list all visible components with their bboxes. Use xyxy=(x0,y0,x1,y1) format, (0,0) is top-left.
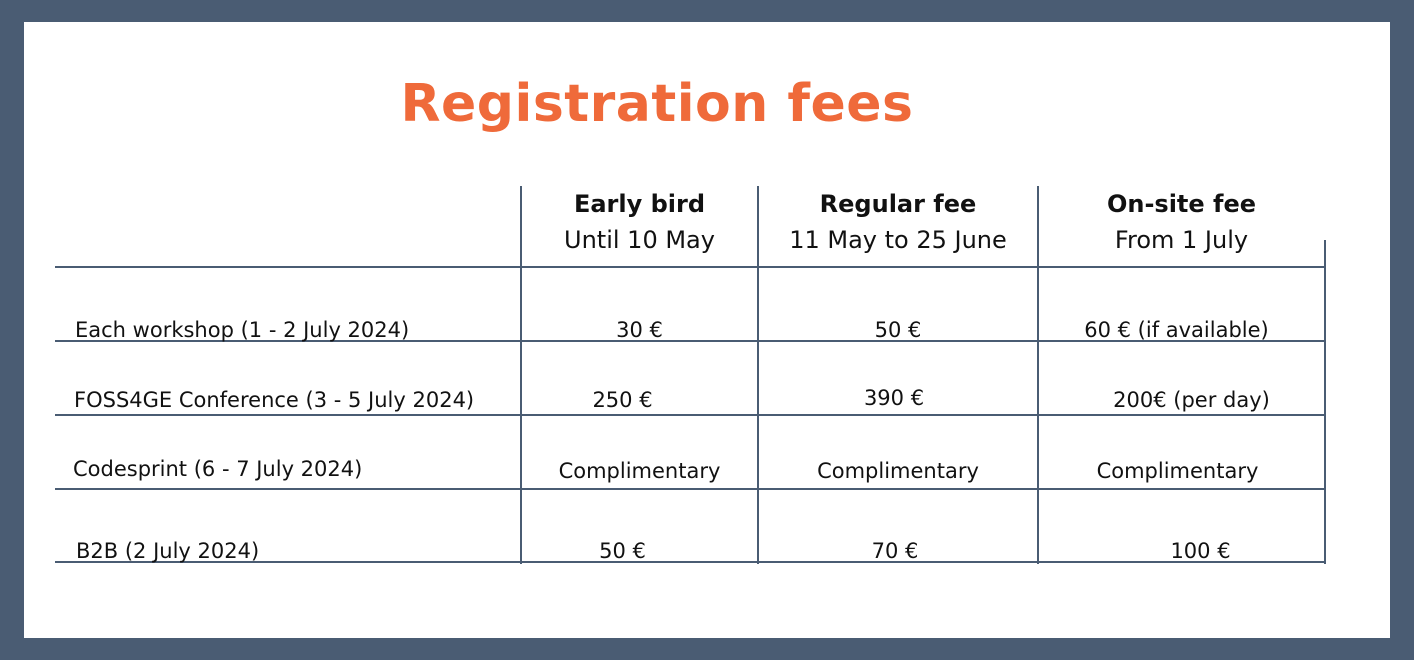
column-header-regular-fee: Regular fee 11 May to 25 June xyxy=(759,186,1037,258)
table-divider xyxy=(55,266,1326,268)
page-title: Registration fees xyxy=(400,74,914,134)
fee-cell: Complimentary xyxy=(817,459,979,483)
row-label-conference: FOSS4GE Conference (3 - 5 July 2024) xyxy=(74,388,475,412)
column-subtitle: From 1 July xyxy=(1114,226,1249,254)
fee-cell: 70 € xyxy=(871,539,919,563)
column-header-on-site-fee: On-site fee From 1 July xyxy=(1039,186,1324,258)
fee-cell: Complimentary xyxy=(1096,459,1259,483)
table-divider xyxy=(55,414,1326,416)
fee-cell: 50 € xyxy=(599,539,646,563)
column-title: On-site fee xyxy=(1106,190,1257,218)
column-subtitle: Until 10 May xyxy=(564,226,715,254)
fee-cell: 390 € xyxy=(863,386,925,410)
column-title: Regular fee xyxy=(819,190,977,218)
fee-cell: 60 € (if available) xyxy=(1084,318,1269,342)
fee-cell: Complimentary xyxy=(558,459,721,483)
fee-cell: 200€ (per day) xyxy=(1113,388,1270,412)
table-divider xyxy=(55,488,1326,490)
fee-cell: 50 € xyxy=(874,318,922,342)
column-title: Early bird xyxy=(573,190,706,218)
fees-card: Registration fees Early bird Until 10 Ma… xyxy=(24,22,1390,638)
fee-cell: 30 € xyxy=(616,318,663,342)
fee-cell: 250 € xyxy=(592,388,653,412)
row-label-b2b: B2B (2 July 2024) xyxy=(76,539,260,563)
column-header-early-bird: Early bird Until 10 May xyxy=(522,186,757,258)
fee-cell: 100 € xyxy=(1170,539,1231,563)
column-subtitle: 11 May to 25 June xyxy=(789,226,1007,254)
row-label-codesprint: Codesprint (6 - 7 July 2024) xyxy=(73,457,363,481)
row-label-workshop: Each workshop (1 - 2 July 2024) xyxy=(75,318,410,342)
